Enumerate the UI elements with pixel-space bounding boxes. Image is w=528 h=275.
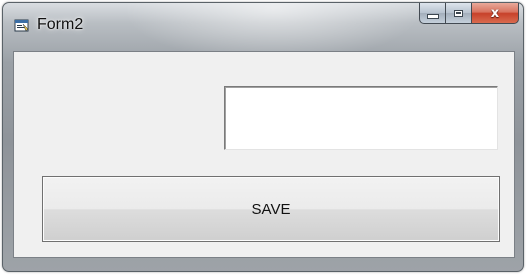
window-title: Form2 (37, 16, 84, 33)
maximize-icon (454, 9, 463, 17)
close-button[interactable]: x (472, 3, 519, 24)
text-input[interactable] (224, 86, 498, 150)
maximize-button[interactable] (446, 3, 472, 24)
caption-buttons: x (419, 3, 519, 25)
minimize-button[interactable] (419, 3, 446, 24)
app-icon (14, 19, 29, 32)
title-bar[interactable]: Form2 x (3, 3, 523, 51)
form2-window: Form2 x SAVE (2, 2, 524, 272)
close-icon: x (490, 5, 500, 21)
minimize-icon (426, 14, 439, 19)
form-client-area: SAVE (13, 51, 515, 258)
save-button[interactable]: SAVE (42, 176, 500, 242)
